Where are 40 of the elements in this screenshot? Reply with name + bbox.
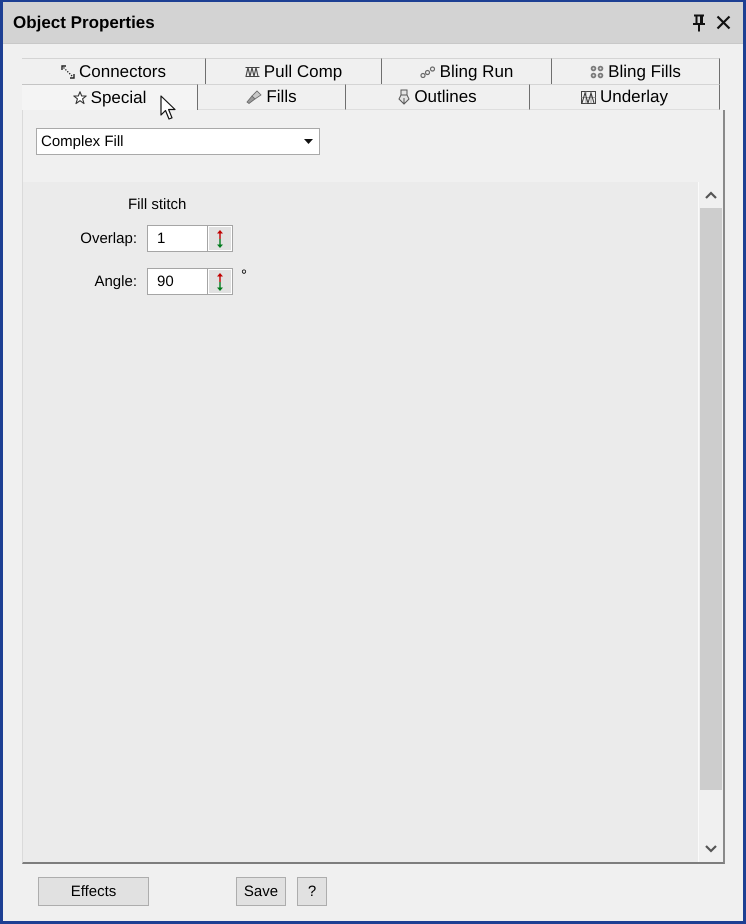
zigzag-stitch-icon — [244, 66, 260, 78]
spin-button[interactable] — [207, 268, 233, 295]
window-title: Object Properties — [13, 12, 155, 32]
dotted-arrow-icon — [61, 64, 76, 78]
spin-arrows-icon — [216, 272, 224, 292]
mouse-pointer-icon — [160, 95, 178, 121]
tab[interactable]: Special — [22, 84, 198, 110]
field-label: Angle: — [94, 272, 137, 290]
bead-chain-icon — [420, 66, 436, 78]
tab[interactable]: Bling Fills — [552, 58, 720, 84]
paint-brush-icon — [246, 90, 262, 104]
effects-button[interactable]: Effects — [38, 877, 149, 906]
pin-button[interactable] — [692, 14, 706, 32]
grid-zigzag-icon — [580, 90, 596, 104]
close-button[interactable] — [716, 15, 731, 30]
unit-label: ° — [241, 268, 247, 283]
tab[interactable]: Pull Comp — [206, 58, 382, 84]
fill-type-dropdown[interactable]: Complex Fill — [36, 128, 320, 155]
pen-nib-icon — [398, 89, 410, 105]
close-icon — [716, 15, 731, 30]
bead-cluster-icon — [590, 64, 604, 78]
field-label: Overlap: — [80, 230, 137, 248]
tab[interactable]: Outlines — [346, 84, 530, 110]
spin-button[interactable] — [207, 225, 233, 252]
chevron-down-icon — [705, 845, 717, 853]
tab[interactable]: Underlay — [530, 84, 720, 110]
chevron-up-icon — [705, 191, 717, 199]
spin-arrows-icon — [216, 228, 224, 248]
save-button[interactable]: Save — [236, 877, 286, 906]
section-title: Fill stitch — [128, 196, 186, 214]
help-button[interactable]: ? — [297, 877, 327, 906]
pin-icon — [692, 14, 706, 32]
scrollbar-thumb[interactable] — [700, 208, 722, 790]
star-icon — [72, 90, 87, 104]
number-field[interactable]: 1 — [147, 225, 207, 252]
tab[interactable]: Fills — [198, 84, 346, 110]
caret-icon — [304, 139, 313, 144]
tab[interactable]: Bling Run — [382, 58, 552, 84]
tab[interactable]: Connectors — [22, 58, 206, 84]
number-field[interactable]: 90 — [147, 268, 207, 295]
